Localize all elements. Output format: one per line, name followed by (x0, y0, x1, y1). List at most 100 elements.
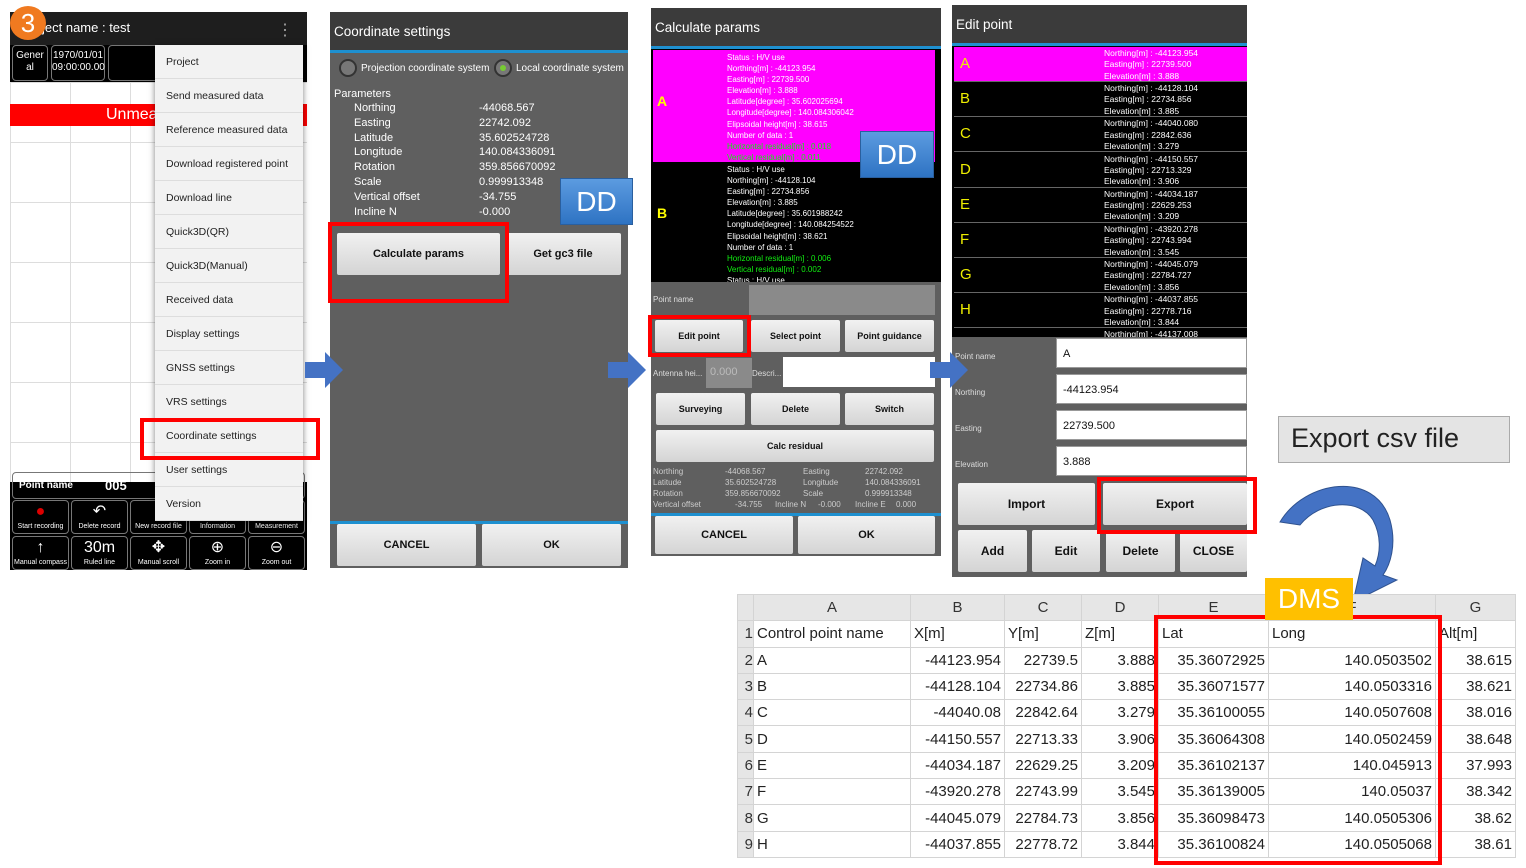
edit-button[interactable]: Edit (1032, 530, 1100, 572)
cell[interactable]: 38.016 (1435, 699, 1516, 727)
start-recording-button[interactable]: ● Start recording (12, 500, 69, 534)
cell[interactable]: Z[m] (1081, 620, 1159, 648)
delete-button[interactable]: Delete (751, 393, 840, 425)
cell[interactable]: -44045.079 (910, 804, 1005, 832)
cell[interactable]: -44123.954 (910, 646, 1005, 674)
menu-item-project[interactable]: Project (155, 45, 303, 79)
row-number[interactable]: 6 (737, 751, 754, 780)
menu-item-gnss-settings[interactable]: GNSS settings (155, 351, 303, 385)
cell[interactable]: -44034.187 (910, 751, 1005, 780)
menu-item-send-measured-data[interactable]: Send measured data (155, 79, 303, 113)
northing-input[interactable]: -44123.954 (1056, 374, 1247, 404)
cell[interactable]: 38.62 (1435, 804, 1516, 832)
menu-item-vrs-settings[interactable]: VRS settings (155, 385, 303, 419)
cell[interactable]: -44037.855 (910, 830, 1005, 858)
add-button[interactable]: Add (958, 530, 1027, 572)
point-name-input[interactable]: A (1056, 338, 1247, 368)
cell[interactable]: 22629.25 (1004, 751, 1082, 780)
cell[interactable]: -43920.278 (910, 778, 1005, 806)
column-header[interactable]: D (1081, 593, 1159, 622)
cell[interactable]: 37.993 (1435, 751, 1516, 780)
point-row[interactable]: C Northing[m] : -44040.080 Easting[m] : 22… (954, 117, 1247, 153)
elevation-input[interactable]: 3.888 (1056, 446, 1247, 476)
cell[interactable]: 38.621 (1435, 672, 1516, 701)
calc-residual-button[interactable]: Calc residual (656, 430, 934, 462)
antenna-height-input[interactable]: 0.000 (706, 358, 752, 388)
point-guidance-button[interactable]: Point guidance (845, 320, 934, 352)
cell[interactable]: D (753, 725, 911, 753)
cell[interactable]: 3.906 (1081, 725, 1159, 753)
row-number[interactable]: 9 (737, 830, 754, 858)
point-row[interactable]: G Northing[m] : -44045.079 Easting[m] : 22… (954, 258, 1247, 294)
row-number[interactable]: 4 (737, 699, 754, 727)
cancel-button[interactable]: CANCEL (655, 516, 793, 554)
row-number[interactable]: 8 (737, 804, 754, 832)
control-point-item[interactable]: B Status : H/V use Northing[m] : -44128.10… (653, 162, 935, 274)
menu-item-received-data[interactable]: Received data (155, 283, 303, 317)
cell[interactable]: 3.279 (1081, 699, 1159, 727)
cell[interactable]: B (753, 672, 911, 701)
select-point-button[interactable]: Select point (751, 320, 840, 352)
menu-item-download-registered-point[interactable]: Download registered point (155, 147, 303, 181)
radio-local[interactable] (494, 59, 512, 77)
radio-projection[interactable] (339, 59, 357, 77)
close-button[interactable]: CLOSE (1180, 530, 1247, 572)
cell[interactable]: A (753, 646, 911, 674)
cell[interactable]: 22739.5 (1004, 646, 1082, 674)
cell[interactable]: 38.342 (1435, 778, 1516, 806)
cell[interactable]: 3.545 (1081, 778, 1159, 806)
cell[interactable]: 22734.86 (1004, 672, 1082, 701)
cell[interactable]: 3.209 (1081, 751, 1159, 780)
cell[interactable]: 22842.64 (1004, 699, 1082, 727)
manual-compass-button[interactable]: ↑ Manual compass (12, 536, 69, 570)
ok-button[interactable]: OK (798, 516, 935, 554)
zoom-out-button[interactable]: ⊖ Zoom out (248, 536, 305, 570)
menu-item-quick3d-manual-[interactable]: Quick3D(Manual) (155, 249, 303, 283)
cell[interactable]: 22778.72 (1004, 830, 1082, 858)
cell[interactable]: C (753, 699, 911, 727)
cell[interactable]: E (753, 751, 911, 780)
easting-input[interactable]: 22739.500 (1056, 410, 1247, 440)
menu-item-display-settings[interactable]: Display settings (155, 317, 303, 351)
delete-record-button[interactable]: ↶ Delete record (71, 500, 128, 534)
cell[interactable]: -44150.557 (910, 725, 1005, 753)
ok-button[interactable]: OK (482, 524, 621, 566)
ruled-line-button[interactable]: 30m Ruled line (71, 536, 128, 570)
row-number[interactable]: 3 (737, 672, 754, 701)
get-gc3-file-button[interactable]: Get gc3 file (505, 233, 621, 275)
point-row[interactable]: D Northing[m] : -44150.557 Easting[m] : 22… (954, 152, 1247, 188)
cell[interactable]: F (753, 778, 911, 806)
row-number[interactable]: 5 (737, 725, 754, 753)
column-header[interactable]: C (1004, 593, 1082, 622)
cell[interactable]: H (753, 830, 911, 858)
cell[interactable]: 38.648 (1435, 725, 1516, 753)
column-header[interactable]: A (753, 593, 911, 622)
point-row[interactable]: A Northing[m] : -44123.954 Easting[m] : 22… (954, 47, 1247, 82)
description-input[interactable] (783, 357, 935, 387)
manual-scroll-button[interactable]: ✥ Manual scroll (130, 536, 187, 570)
point-name-input[interactable] (749, 285, 935, 315)
delete-button[interactable]: Delete (1106, 530, 1175, 572)
cell[interactable]: 22784.73 (1004, 804, 1082, 832)
row-number[interactable]: 2 (737, 646, 754, 674)
menu-item-version[interactable]: Version (155, 487, 303, 521)
menu-item-reference-measured-data[interactable]: Reference measured data (155, 113, 303, 147)
point-list[interactable]: A Northing[m] : -44123.954 Easting[m] : 22… (952, 46, 1247, 337)
point-row[interactable]: E Northing[m] : -44034.187 Easting[m] : 22… (954, 187, 1247, 223)
corner-cell[interactable] (737, 593, 754, 622)
cell[interactable]: -44040.08 (910, 699, 1005, 727)
cell[interactable]: 3.888 (1081, 646, 1159, 674)
cell[interactable]: G (753, 804, 911, 832)
zoom-in-button[interactable]: ⊕ Zoom in (189, 536, 246, 570)
column-header[interactable]: G (1435, 593, 1516, 622)
cancel-button[interactable]: CANCEL (337, 524, 476, 566)
cell[interactable]: 38.615 (1435, 646, 1516, 674)
cell[interactable]: 3.844 (1081, 830, 1159, 858)
cell[interactable]: 22743.99 (1004, 778, 1082, 806)
point-row[interactable]: H Northing[m] : -44037.855 Easting[m] : 22… (954, 293, 1247, 329)
cell[interactable]: 38.61 (1435, 830, 1516, 858)
cell[interactable]: Alt[m] (1435, 620, 1516, 648)
point-row[interactable]: F Northing[m] : -43920.278 Easting[m] : 22… (954, 223, 1247, 258)
cell[interactable]: Y[m] (1004, 620, 1082, 648)
column-header[interactable]: B (910, 593, 1005, 622)
